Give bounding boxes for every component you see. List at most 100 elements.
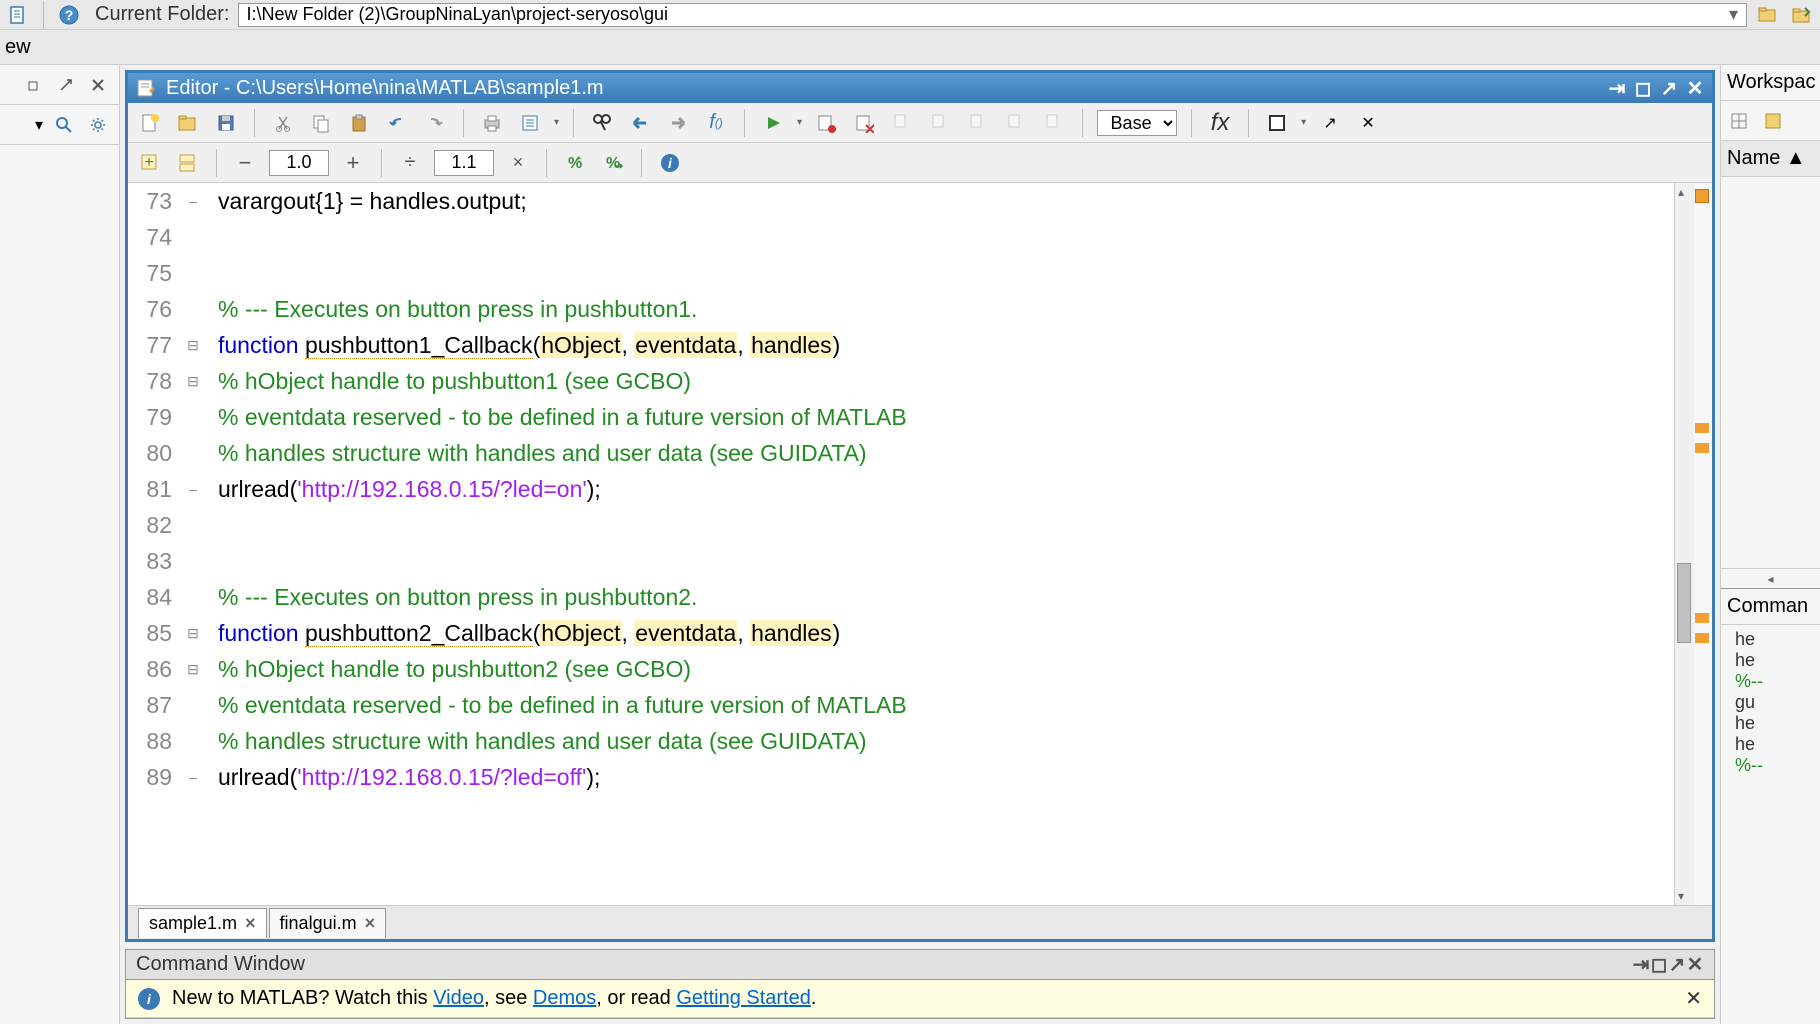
undo-icon[interactable] bbox=[383, 109, 411, 137]
workspace-name-column[interactable]: Name ▲ bbox=[1721, 141, 1820, 177]
continue-icon[interactable] bbox=[1002, 109, 1030, 137]
stack-dropdown[interactable]: Base bbox=[1097, 110, 1177, 136]
times-icon[interactable]: × bbox=[504, 149, 532, 177]
code-line[interactable]: 75 bbox=[128, 255, 1674, 291]
close-icon[interactable] bbox=[85, 72, 111, 98]
code-line[interactable]: 76% --- Executes on button press in push… bbox=[128, 291, 1674, 327]
close-toolbar-icon[interactable]: ✕ bbox=[1354, 109, 1382, 137]
maximize-icon[interactable] bbox=[53, 72, 79, 98]
code-line[interactable]: 89–urlread('http://192.168.0.15/?led=off… bbox=[128, 759, 1674, 795]
close-icon[interactable]: ✕ bbox=[1686, 956, 1704, 974]
restore-icon[interactable]: ◻ bbox=[1634, 79, 1652, 97]
run-icon[interactable] bbox=[759, 109, 787, 137]
print-icon[interactable] bbox=[478, 109, 506, 137]
doc-icon[interactable] bbox=[5, 2, 31, 28]
insert-cell-icon[interactable]: + bbox=[136, 149, 164, 177]
close-icon[interactable]: ✕ bbox=[1686, 79, 1704, 97]
code-line[interactable]: 81–urlread('http://192.168.0.15/?led=on'… bbox=[128, 471, 1674, 507]
insert-cell-below-icon[interactable] bbox=[174, 149, 202, 177]
code-line[interactable]: 84% --- Executes on button press in push… bbox=[128, 579, 1674, 615]
editor-window: Editor - C:\Users\Home\nina\MATLAB\sampl… bbox=[125, 70, 1715, 942]
code-line[interactable]: 79% eventdata reserved - to be defined i… bbox=[128, 399, 1674, 435]
workspace-grid-icon[interactable] bbox=[1725, 107, 1753, 135]
cut-icon[interactable] bbox=[269, 109, 297, 137]
exit-debug-icon[interactable] bbox=[1040, 109, 1068, 137]
code-line[interactable]: 88% handles structure with handles and u… bbox=[128, 723, 1674, 759]
command-window-titlebar[interactable]: Command Window ⇥ ◻ ↗ ✕ bbox=[126, 950, 1714, 980]
plus-icon[interactable]: + bbox=[339, 149, 367, 177]
minus-icon[interactable]: − bbox=[231, 149, 259, 177]
current-folder-label: Current Folder: bbox=[95, 3, 230, 26]
file-tab-finalgui[interactable]: finalgui.m × bbox=[269, 908, 387, 938]
maximize-icon[interactable]: ↗ bbox=[1668, 956, 1686, 974]
new-file-icon[interactable] bbox=[136, 109, 164, 137]
demos-link[interactable]: Demos bbox=[533, 987, 596, 1009]
fx-icon[interactable]: fx bbox=[1206, 109, 1234, 137]
file-tab-sample1[interactable]: sample1.m × bbox=[138, 908, 267, 938]
code-line[interactable]: 83 bbox=[128, 543, 1674, 579]
code-line[interactable]: 80% handles structure with handles and u… bbox=[128, 435, 1674, 471]
code-editor[interactable]: 73–varargout{1} = handles.output;747576%… bbox=[128, 183, 1712, 905]
editor-toolbar-main: ▾ f() ▾ Base fx bbox=[128, 103, 1712, 143]
video-link[interactable]: Video bbox=[433, 987, 484, 1009]
paste-icon[interactable] bbox=[345, 109, 373, 137]
undock-editor-icon[interactable]: ↗ bbox=[1316, 109, 1344, 137]
code-line[interactable]: 74 bbox=[128, 219, 1674, 255]
eval-cell-icon[interactable]: %+ bbox=[561, 149, 589, 177]
undock-icon[interactable] bbox=[21, 72, 47, 98]
open-file-icon[interactable] bbox=[174, 109, 202, 137]
editor-icon bbox=[136, 78, 156, 98]
breakpoint-clear-icon[interactable] bbox=[850, 109, 878, 137]
code-line[interactable]: 85⊟function pushbutton2_Callback(hObject… bbox=[128, 615, 1674, 651]
vertical-scrollbar[interactable]: ▴ ▾ bbox=[1674, 183, 1694, 905]
banner-close-icon[interactable]: ✕ bbox=[1685, 986, 1702, 1011]
maximize-icon[interactable]: ↗ bbox=[1660, 79, 1678, 97]
breakpoint-set-icon[interactable] bbox=[812, 109, 840, 137]
code-line[interactable]: 73–varargout{1} = handles.output; bbox=[128, 183, 1674, 219]
divide-icon[interactable]: ÷ bbox=[396, 149, 424, 177]
step-out-icon[interactable] bbox=[964, 109, 992, 137]
step-in-icon[interactable] bbox=[926, 109, 954, 137]
restore-icon[interactable]: ◻ bbox=[1650, 956, 1668, 974]
code-line[interactable]: 87% eventdata reserved - to be defined i… bbox=[128, 687, 1674, 723]
redo-icon[interactable] bbox=[421, 109, 449, 137]
code-line[interactable]: 86⊟% hObject handle to pushbutton2 (see … bbox=[128, 651, 1674, 687]
code-marker-bar[interactable] bbox=[1694, 183, 1712, 905]
step-icon[interactable] bbox=[888, 109, 916, 137]
gear-icon[interactable] bbox=[85, 112, 111, 138]
dock-icon[interactable]: ⇥ bbox=[1608, 79, 1626, 97]
command-window: Command Window ⇥ ◻ ↗ ✕ i New to MATLAB? … bbox=[125, 949, 1715, 1019]
publish-icon[interactable] bbox=[516, 109, 544, 137]
find-icon[interactable] bbox=[588, 109, 616, 137]
forward-icon[interactable] bbox=[664, 109, 692, 137]
code-line[interactable]: 78⊟% hObject handle to pushbutton1 (see … bbox=[128, 363, 1674, 399]
decrement-value[interactable] bbox=[269, 150, 329, 176]
save-icon[interactable] bbox=[212, 109, 240, 137]
dropdown-icon[interactable]: ▾ bbox=[35, 115, 43, 135]
eval-advance-icon[interactable]: % bbox=[599, 149, 627, 177]
current-folder-path[interactable]: I:\New Folder (2)\GroupNinaLyan\project-… bbox=[238, 3, 1748, 27]
code-line[interactable]: 77⊟function pushbutton1_Callback(hObject… bbox=[128, 327, 1674, 363]
tab-close-icon[interactable]: × bbox=[365, 913, 376, 934]
tab-close-icon[interactable]: × bbox=[245, 913, 256, 934]
dropdown-arrow-icon[interactable]: ▾ bbox=[1729, 4, 1738, 25]
help-icon[interactable]: ? bbox=[56, 2, 82, 28]
function-icon[interactable]: f() bbox=[702, 109, 730, 137]
workspace-var-icon[interactable] bbox=[1759, 107, 1787, 135]
browse-folder-button[interactable] bbox=[1755, 2, 1781, 28]
search-icon[interactable] bbox=[51, 112, 77, 138]
svg-text:+: + bbox=[144, 154, 153, 171]
parent-folder-button[interactable] bbox=[1789, 2, 1815, 28]
copy-icon[interactable] bbox=[307, 109, 335, 137]
info-icon: i bbox=[138, 988, 160, 1010]
getting-started-link[interactable]: Getting Started bbox=[676, 987, 811, 1009]
back-icon[interactable] bbox=[626, 109, 654, 137]
code-line[interactable]: 82 bbox=[128, 507, 1674, 543]
multiply-value[interactable] bbox=[434, 150, 494, 176]
command-history-list[interactable]: he he %-- gu he he %-- bbox=[1721, 625, 1820, 1024]
info-icon[interactable]: i bbox=[656, 149, 684, 177]
cell-mode-icon[interactable] bbox=[1263, 109, 1291, 137]
view-label: ew bbox=[5, 36, 125, 59]
dock-icon[interactable]: ⇥ bbox=[1632, 956, 1650, 974]
editor-titlebar[interactable]: Editor - C:\Users\Home\nina\MATLAB\sampl… bbox=[128, 73, 1712, 103]
